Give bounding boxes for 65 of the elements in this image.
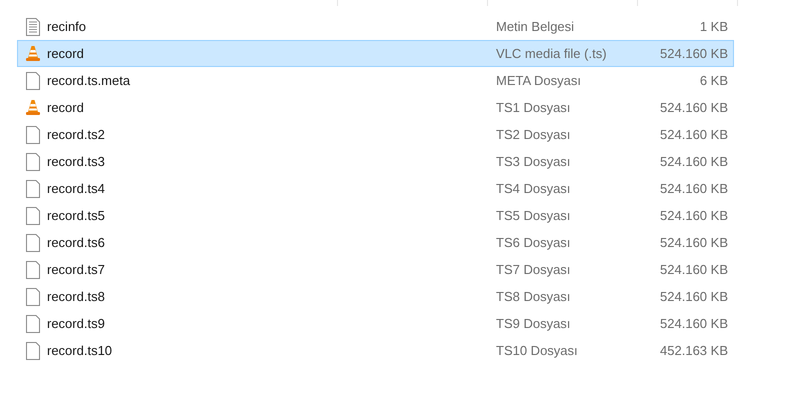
file-size: 524.160 KB [659, 234, 728, 252]
file-type: TS5 Dosyası [496, 206, 572, 225]
text-document-icon [26, 18, 40, 36]
blank-document-icon [26, 288, 40, 306]
blank-document-icon [26, 206, 40, 224]
file-type: TS10 Dosyası [496, 342, 579, 360]
file-row[interactable]: record.ts2 TS2 Dosyası 524.160 KB [17, 121, 734, 148]
file-name: record.ts6 [47, 234, 106, 252]
file-type: TS7 Dosyası [496, 260, 572, 279]
file-type: TS8 Dosyası [496, 288, 572, 306]
blank-document-icon [26, 180, 40, 198]
traffic-cone-icon [25, 99, 41, 116]
file-size: 6 KB [698, 72, 728, 90]
blank-document-icon [26, 260, 40, 278]
file-name: recinfo [47, 18, 88, 36]
file-name: record.ts7 [47, 260, 106, 279]
file-size: 524.160 KB [659, 44, 728, 63]
blank-document-icon [26, 314, 40, 332]
file-name: record.ts.meta [47, 72, 132, 90]
file-size: 524.160 KB [659, 260, 728, 279]
traffic-cone-icon [25, 45, 41, 62]
file-size: 524.160 KB [659, 98, 728, 117]
file-name: record.ts8 [47, 288, 106, 306]
file-row[interactable]: record.ts8 TS8 Dosyası 524.160 KB [17, 283, 734, 310]
file-size: 452.163 KB [659, 342, 728, 360]
blank-document-icon [26, 72, 40, 90]
file-name: record [47, 44, 85, 63]
blank-document-icon [26, 152, 40, 170]
file-type: VLC media file (.ts) [496, 44, 608, 63]
file-type: TS4 Dosyası [496, 180, 572, 198]
file-type: TS3 Dosyası [496, 152, 572, 171]
file-row[interactable]: record.ts10 TS10 Dosyası 452.163 KB [17, 337, 734, 364]
file-name: record.ts4 [47, 180, 106, 198]
file-row[interactable]: record TS1 Dosyası 524.160 KB [17, 94, 734, 121]
file-row[interactable]: record.ts3 TS3 Dosyası 524.160 KB [17, 148, 734, 175]
blank-document-icon [26, 234, 40, 252]
file-type: TS6 Dosyası [496, 234, 572, 252]
file-name: record.ts9 [47, 314, 106, 333]
file-type: TS9 Dosyası [496, 314, 572, 333]
file-row[interactable]: record.ts5 TS5 Dosyası 524.160 KB [17, 202, 734, 229]
file-name: record.ts5 [47, 206, 106, 225]
file-size: 524.160 KB [659, 180, 728, 198]
file-name: record.ts10 [47, 342, 114, 360]
file-row[interactable]: record.ts.meta META Dosyası 6 KB [17, 67, 734, 94]
file-name: record [47, 98, 85, 117]
file-type: TS1 Dosyası [496, 98, 572, 117]
file-row[interactable]: record VLC media file (.ts) 524.160 KB [17, 40, 734, 67]
file-name: record.ts2 [47, 126, 106, 144]
file-size: 524.160 KB [659, 206, 728, 225]
file-size: 524.160 KB [659, 314, 728, 333]
file-size: 1 KB [698, 18, 728, 36]
file-row[interactable]: record.ts7 TS7 Dosyası 524.160 KB [17, 256, 734, 283]
file-size: 524.160 KB [659, 288, 728, 306]
file-row[interactable]: record.ts9 TS9 Dosyası 524.160 KB [17, 310, 734, 337]
file-type: META Dosyası [496, 72, 582, 90]
file-type: Metin Belgesi [496, 18, 576, 36]
file-size: 524.160 KB [659, 126, 728, 144]
file-row[interactable]: record.ts6 TS6 Dosyası 524.160 KB [17, 229, 734, 256]
file-type: TS2 Dosyası [496, 126, 572, 144]
file-name: record.ts3 [47, 152, 106, 171]
file-row[interactable]: record.ts4 TS4 Dosyası 524.160 KB [17, 175, 734, 202]
file-size: 524.160 KB [659, 152, 728, 171]
blank-document-icon [26, 342, 40, 360]
file-row[interactable]: recinfo Metin Belgesi 1 KB [17, 13, 734, 40]
blank-document-icon [26, 126, 40, 144]
